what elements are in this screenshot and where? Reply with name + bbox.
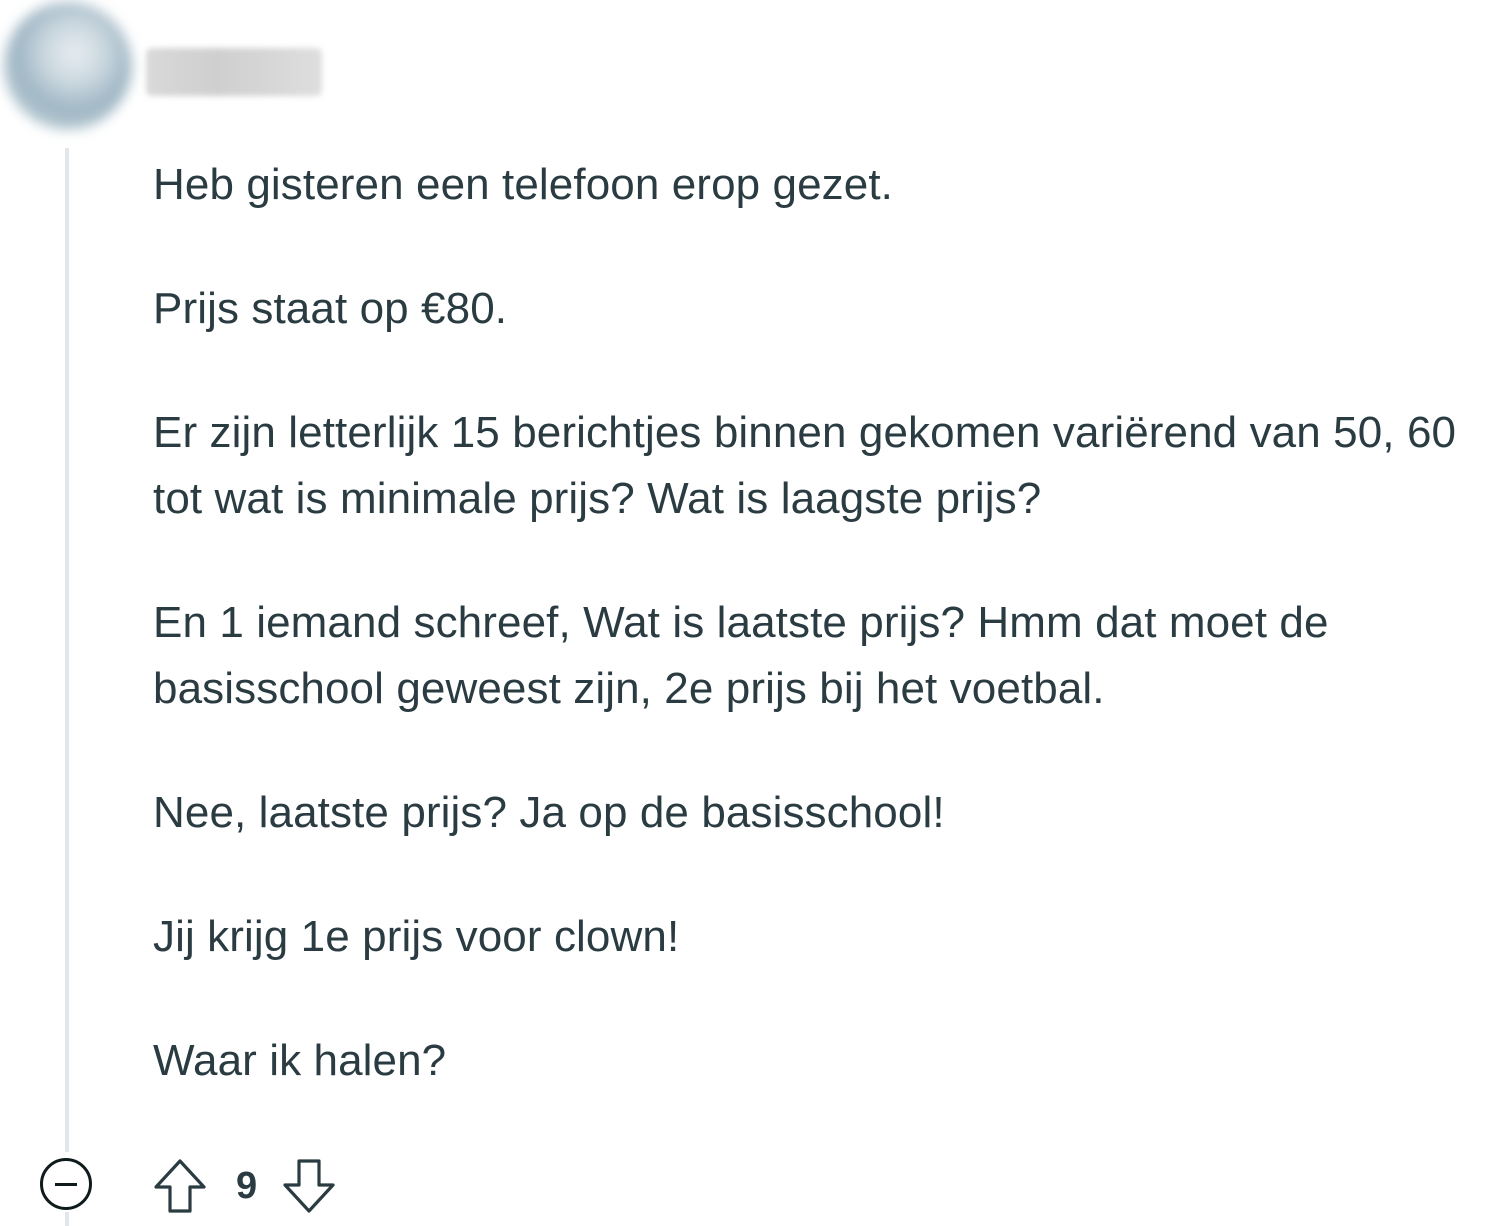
comment-paragraph: Heb gisteren een telefoon erop gezet.: [153, 160, 893, 209]
thread-line-continuation: [65, 1212, 69, 1226]
comment-paragraph: Waar ik halen?: [153, 1036, 447, 1085]
minus-circle-icon: [55, 1182, 77, 1186]
thread-line[interactable]: [65, 148, 69, 1152]
arrow-down-icon: [283, 1159, 335, 1213]
vote-score: 9: [236, 1164, 258, 1207]
upvote-button[interactable]: [150, 1156, 210, 1216]
comment-body: Heb gisteren een telefoon erop gezet. Pr…: [153, 152, 1503, 1094]
arrow-up-icon: [154, 1159, 206, 1213]
collapse-thread-button[interactable]: [40, 1158, 92, 1210]
author-avatar[interactable]: [4, 2, 132, 130]
comment-paragraph: Er zijn letterlijk 15 berichtjes binnen …: [153, 408, 1457, 523]
author-username-redacted[interactable]: [146, 48, 322, 96]
comment-paragraph: Jij krijg 1e prijs voor clown!: [153, 912, 680, 961]
comment-actions: 9: [150, 1154, 339, 1218]
comment-paragraph: Nee, laatste prijs? Ja op de basisschool…: [153, 788, 945, 837]
comment-paragraph: En 1 iemand schreef, Wat is laatste prij…: [153, 598, 1329, 713]
comment-paragraph: Prijs staat op €80.: [153, 284, 508, 333]
downvote-button[interactable]: [279, 1156, 339, 1216]
